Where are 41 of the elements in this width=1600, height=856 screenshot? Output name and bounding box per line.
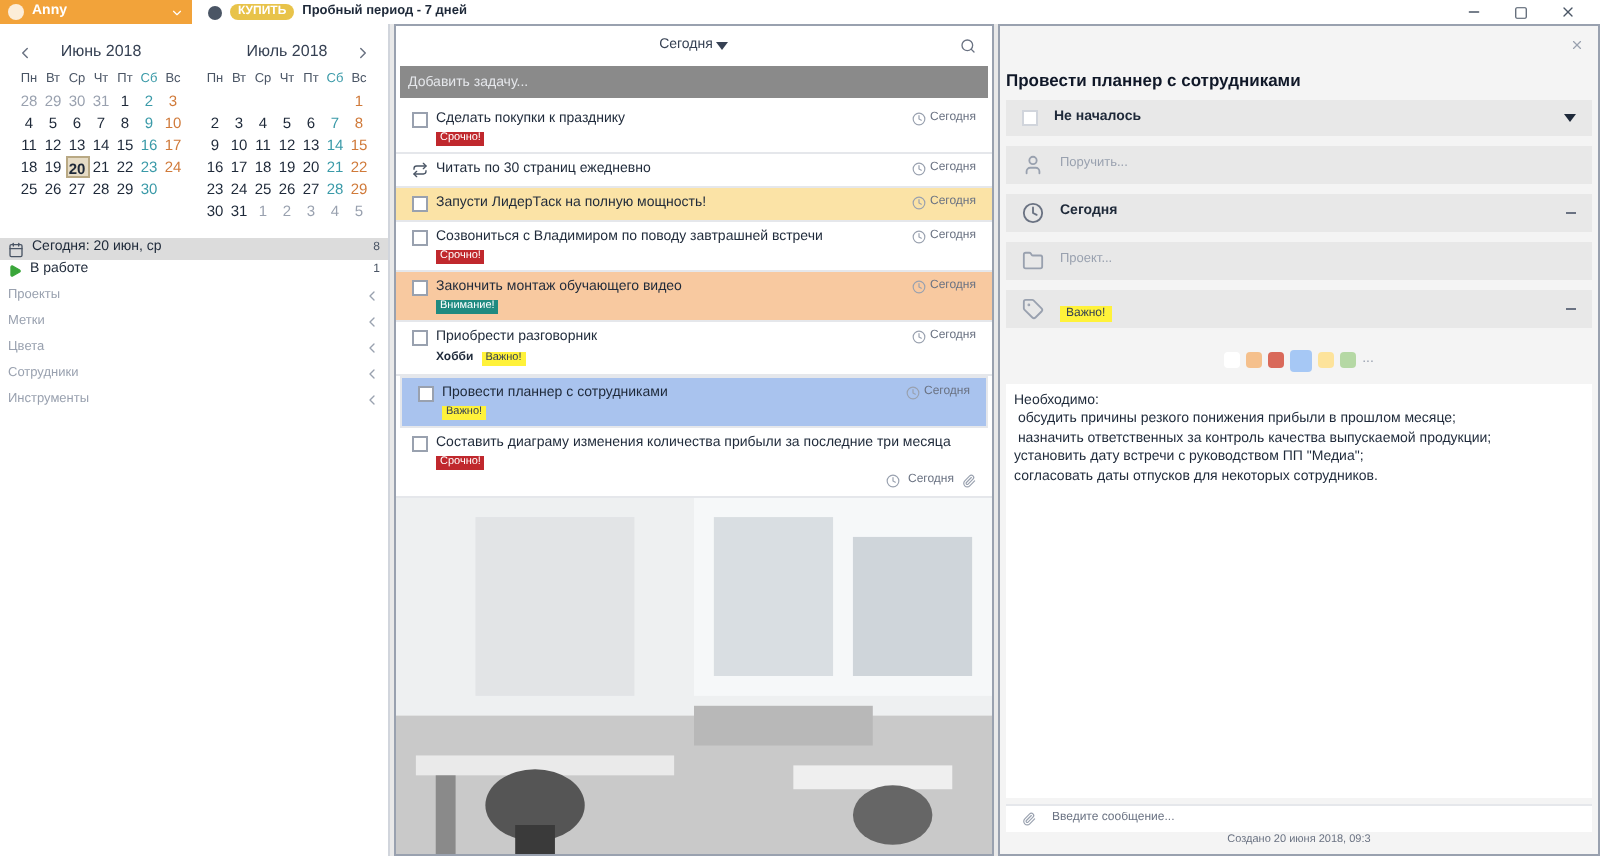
color-swatch[interactable] [1290, 349, 1313, 372]
clock-icon [886, 474, 900, 488]
paperclip-icon [1022, 812, 1036, 826]
folder-icon [1022, 249, 1044, 272]
task-title: Провести планнер с сотрудниками [1006, 68, 1303, 94]
play-icon [8, 264, 22, 278]
tag-icon [1022, 297, 1044, 320]
color-swatch[interactable] [1246, 352, 1263, 369]
color-swatch[interactable] [1318, 352, 1335, 369]
clock-icon [912, 112, 926, 126]
maximize-icon[interactable] [1514, 5, 1528, 19]
clock-icon [1022, 201, 1044, 224]
task-checkbox[interactable] [412, 196, 428, 212]
next-month-icon[interactable] [354, 43, 372, 61]
person-icon [1022, 153, 1044, 176]
search-icon[interactable] [960, 38, 976, 54]
previous-month-icon[interactable] [16, 43, 34, 61]
status-checkbox[interactable] [1022, 109, 1038, 126]
month-title: Июнь 2018 [60, 40, 142, 64]
task-checkbox[interactable] [412, 280, 428, 296]
avatar-icon [8, 4, 24, 20]
repeat-icon[interactable] [412, 162, 428, 178]
task-checkbox[interactable] [412, 330, 428, 346]
color-swatch[interactable] [1268, 352, 1285, 369]
clock-icon [912, 196, 926, 210]
clock-icon [912, 330, 926, 344]
clock-icon [912, 162, 926, 176]
calendar-icon [8, 241, 24, 257]
month-title: Июль 2018 [246, 40, 328, 64]
task-checkbox[interactable] [412, 112, 428, 128]
task-checkbox[interactable] [412, 436, 428, 452]
dropdown-arrow-icon [1564, 113, 1576, 122]
task-checkbox[interactable] [412, 230, 428, 246]
close-icon[interactable] [1560, 4, 1576, 20]
clock-icon [912, 230, 926, 244]
task-checkbox[interactable] [418, 386, 434, 402]
caret-icon [716, 42, 729, 50]
clock-icon [906, 386, 920, 400]
clock-icon [912, 280, 926, 294]
caret-icon [170, 5, 184, 19]
color-swatch[interactable] [1340, 352, 1357, 369]
